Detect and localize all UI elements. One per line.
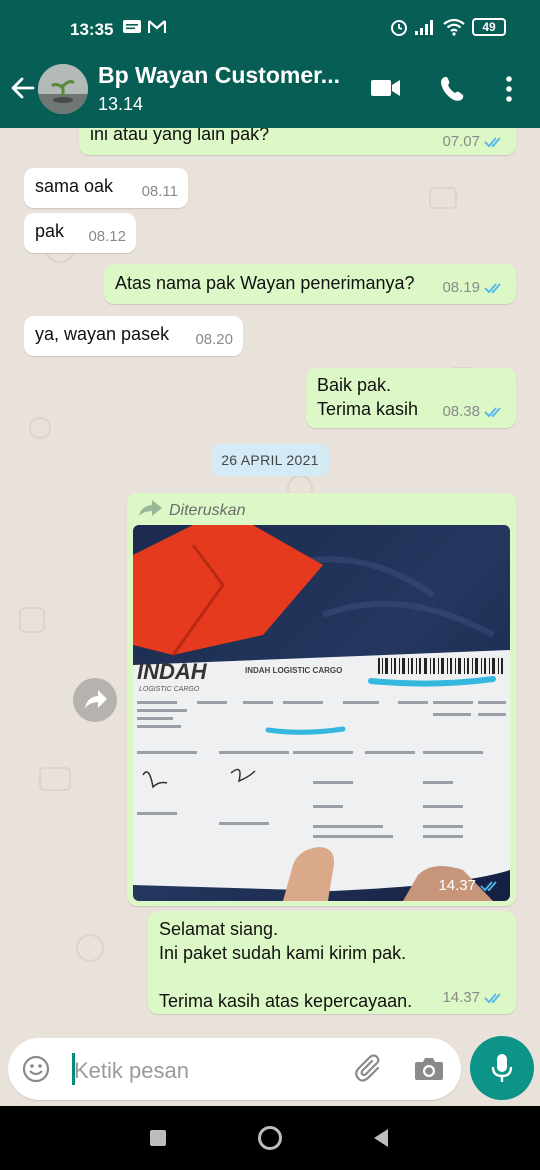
wifi-icon [443,18,465,36]
message-text: pak [35,221,65,241]
attach-icon[interactable] [354,1054,384,1084]
date-separator: 26 APRIL 2021 [211,444,329,476]
message-bubble-outgoing[interactable]: Baik pak. Terima kasih 08.38 [306,368,516,428]
message-bubble-outgoing[interactable]: Selamat siang. Ini paket sudah kami kiri… [148,911,516,1014]
message-bubble-outgoing[interactable]: Atas nama pak Wayan penerimanya? 08.19 [104,264,516,304]
read-receipt-icon [484,282,501,293]
message-text: ya, wayan pasek [35,324,170,344]
contact-avatar[interactable] [38,64,88,114]
message-bubble-incoming[interactable]: pak 08.12 [24,213,136,253]
message-bubble-incoming[interactable]: sama oak 08.11 [24,168,188,208]
battery-icon: 49 [472,18,506,36]
message-time: 08.20 [195,331,233,348]
camera-icon[interactable] [414,1056,444,1082]
voice-record-button[interactable] [470,1036,534,1100]
message-notification-icon [123,20,141,33]
message-time: 08.19 [442,279,480,296]
signal-icon [415,20,433,35]
chat-header: Bp Wayan Customer... 13.14 [0,50,540,128]
receipt-brand: INDAH [137,659,208,684]
message-text: ini atau yang lain pak? [90,128,270,144]
alarm-icon [391,20,407,36]
gmail-notification-icon [148,20,166,33]
share-arrow-icon [85,690,107,708]
forward-shortcut-button[interactable] [73,678,117,722]
read-receipt-icon [480,880,497,891]
home-button[interactable] [258,1126,282,1150]
composer: Ketik pesan [0,1034,540,1106]
emoji-icon[interactable] [22,1055,50,1083]
status-time: 13:35 [70,20,114,39]
back-arrow-icon[interactable] [10,75,36,101]
message-time: 14.37 [442,989,480,1006]
receipt-title: INDAH LOGISTIC CARGO [245,666,342,675]
forwarded-icon [139,500,162,516]
voice-call-icon[interactable] [438,75,466,103]
image-message-bubble[interactable]: Diteruskan INDAH LOGISTIC CARGO INDAH LO… [127,493,516,906]
read-receipt-icon [484,406,501,417]
message-time: 08.38 [442,403,480,420]
recents-button[interactable] [150,1130,166,1146]
read-receipt-icon [484,136,501,147]
system-navigation-bar [0,1106,540,1170]
back-nav-icon[interactable] [372,1128,390,1148]
image-meta: 14.37 [438,877,502,894]
message-text: Atas nama pak Wayan penerimanya? [115,273,415,293]
message-time: 08.11 [141,183,178,200]
message-text: sama oak [35,176,114,196]
read-receipt-icon [484,992,501,1003]
forwarded-label: Diteruskan [169,502,246,519]
contact-name[interactable]: Bp Wayan Customer... [98,62,348,89]
video-call-icon[interactable] [370,75,402,101]
message-bubble-outgoing[interactable]: ini atau yang lain pak? 07.07 [79,128,516,155]
status-bar: 13:35 49 [0,0,540,50]
chat-area[interactable]: ini atau yang lain pak? 07.07 sama oak 0… [0,128,540,1034]
more-options-icon[interactable] [504,75,514,103]
message-bubble-incoming[interactable]: ya, wayan pasek 08.20 [24,316,243,356]
microphone-icon [491,1054,513,1082]
receipt-photo-image: INDAH LOGISTIC CARGO INDAH LOGISTIC CARG… [133,525,510,901]
message-text: Selamat siang. Ini paket sudah kami kiri… [159,919,413,1011]
message-time: 14.37 [438,877,476,894]
battery-level: 49 [482,20,496,34]
message-time: 07.07 [442,133,480,150]
receipt-subbrand: LOGISTIC CARGO [139,686,200,693]
message-time: 08.12 [88,228,126,245]
message-text: Baik pak. Terima kasih [317,375,419,419]
message-input[interactable]: Ketik pesan [8,1038,461,1100]
forwarded-photo[interactable]: INDAH LOGISTIC CARGO INDAH LOGISTIC CARG… [133,525,510,901]
contact-last-seen: 13.14 [98,94,144,114]
message-input-placeholder: Ketik pesan [74,1058,189,1083]
